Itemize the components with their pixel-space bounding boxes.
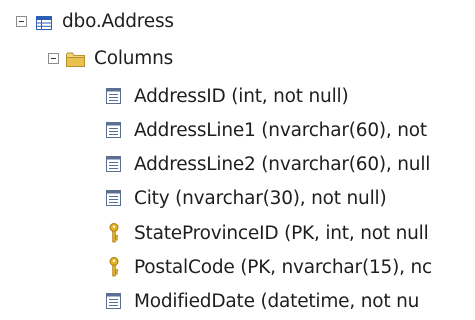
column-icon [106,156,121,172]
tree-node-column[interactable]: ModifiedDate (datetime, not nu [106,286,419,316]
tree-node-column[interactable]: City (nvarchar(30), not null) [106,183,387,213]
tree-node-column[interactable]: AddressLine1 (nvarchar(60), not [106,115,427,145]
column-icon [106,293,121,309]
tree-node-key-column[interactable]: StateProvinceID (PK, int, not null [108,218,429,248]
key-icon [108,257,120,277]
column-icon [106,122,121,138]
tree-node-table[interactable]: dbo.Address [16,6,174,36]
column-label: AddressLine2 (nvarchar(60), null [134,153,431,175]
column-label: AddressLine1 (nvarchar(60), not [134,119,427,141]
collapse-toggle[interactable] [16,15,27,27]
column-label: ModifiedDate (datetime, not nu [134,290,420,312]
object-explorer-tree: dbo.Address Columns AddressID (int, not … [0,0,475,320]
column-label: StateProvinceID (PK, int, not null [134,222,429,244]
tree-node-key-column[interactable]: PostalCode (PK, nvarchar(15), nc [108,252,432,282]
table-icon [36,14,52,30]
tree-node-column[interactable]: AddressLine2 (nvarchar(60), null [106,149,430,179]
table-label: dbo.Address [62,10,174,32]
column-icon [106,190,121,206]
key-icon [108,223,120,243]
folder-label: Columns [94,47,174,69]
column-label: City (nvarchar(30), not null) [134,187,387,209]
tree-node-column[interactable]: AddressID (int, not null) [106,81,349,111]
folder-icon [66,51,85,67]
tree-node-columns-folder[interactable]: Columns [48,43,173,73]
collapse-toggle[interactable] [48,52,59,64]
column-label: PostalCode (PK, nvarchar(15), nc [134,256,432,278]
column-icon [106,88,121,104]
column-label: AddressID (int, not null) [134,85,349,107]
